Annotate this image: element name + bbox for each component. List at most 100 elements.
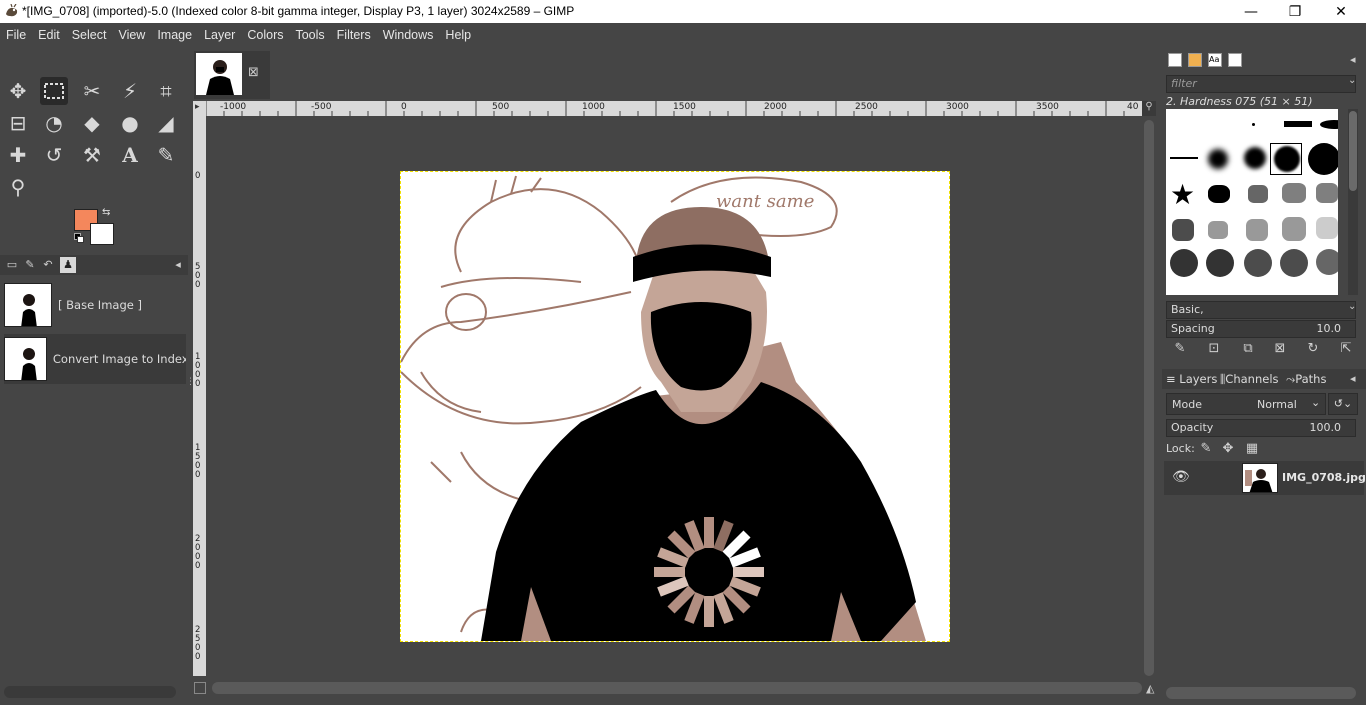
layer-visibility-eye-icon[interactable]: 👁 bbox=[1172, 469, 1190, 485]
undo-history-dock: ▭ ✎ ↶ ♟ ◂ [ Base Image ] Convert Image t… bbox=[0, 255, 188, 705]
menu-layer[interactable]: Layer bbox=[198, 28, 241, 42]
vertical-scrollbar[interactable] bbox=[1144, 120, 1154, 676]
open-brush-as-image-icon[interactable]: ⇱ bbox=[1338, 341, 1354, 357]
ruler-v-label: 2 0 0 0 bbox=[195, 534, 201, 571]
mode-label: Mode bbox=[1172, 398, 1202, 411]
smudge-tool-icon[interactable]: ● bbox=[116, 109, 144, 137]
menu-bar: File Edit Select View Image Layer Colors… bbox=[0, 23, 1366, 47]
layer-mode-select[interactable]: Mode Normal ⌄ bbox=[1166, 393, 1326, 415]
dock-resize-handle[interactable]: ⋮ bbox=[186, 378, 195, 398]
crop-tool-icon[interactable]: ⌗ bbox=[152, 77, 180, 105]
clone-tool-icon[interactable]: ⚒ bbox=[78, 141, 106, 169]
eraser-tool-icon[interactable]: ◢ bbox=[152, 109, 180, 137]
quick-mask-toggle-icon[interactable] bbox=[194, 682, 206, 694]
menu-view[interactable]: View bbox=[112, 28, 151, 42]
fonts-tab-icon[interactable]: Aa bbox=[1208, 53, 1222, 67]
text-tool-icon[interactable]: A bbox=[116, 141, 144, 169]
horizontal-ruler[interactable]: -1000 -500 0 500 1000 1500 2000 2500 300… bbox=[206, 101, 1142, 116]
default-colors-icon[interactable] bbox=[74, 233, 84, 243]
menu-help[interactable]: Help bbox=[439, 28, 477, 42]
dock-menu-icon[interactable]: ◂ bbox=[1350, 53, 1356, 66]
dock-menu-icon[interactable]: ◂ bbox=[170, 257, 186, 273]
tool-options-tab-icon[interactable]: ▭ bbox=[4, 257, 20, 273]
maximize-button[interactable]: ❐ bbox=[1272, 0, 1318, 23]
canvas-image[interactable]: want same bbox=[400, 171, 950, 642]
undo-thumbnail bbox=[4, 337, 47, 381]
document-history-tab-icon[interactable] bbox=[1228, 53, 1242, 67]
refresh-brushes-icon[interactable]: ↻ bbox=[1305, 341, 1321, 357]
new-brush-icon[interactable]: ⊡ bbox=[1206, 341, 1222, 357]
right-dock-scrollbar[interactable] bbox=[1166, 687, 1356, 699]
fuzzy-select-tool-icon[interactable]: ⚡ bbox=[116, 77, 144, 105]
menu-windows[interactable]: Windows bbox=[377, 28, 440, 42]
vertical-ruler[interactable]: 0 5 0 0 1 0 0 0 1 5 0 0 2 0 0 0 2 5 0 0 bbox=[193, 116, 206, 676]
opacity-slider[interactable]: Opacity 100.0 bbox=[1166, 419, 1356, 437]
undo-history-item[interactable]: Convert Image to Indexed bbox=[4, 334, 186, 384]
background-color-swatch[interactable] bbox=[90, 223, 114, 245]
layer-composite-toggle-icon[interactable]: ↺⌄ bbox=[1328, 393, 1358, 415]
horizontal-scrollbar[interactable] bbox=[212, 682, 1142, 694]
mode-value: Normal bbox=[1257, 398, 1297, 411]
menu-select[interactable]: Select bbox=[66, 28, 113, 42]
dock-menu-icon[interactable]: ◂ bbox=[1350, 372, 1356, 385]
delete-brush-icon[interactable]: ⊠ bbox=[1272, 341, 1288, 357]
brush-grid-scrollbar[interactable] bbox=[1348, 109, 1358, 295]
menu-colors[interactable]: Colors bbox=[241, 28, 289, 42]
left-dock-scrollbar[interactable] bbox=[4, 686, 176, 698]
image-tab[interactable]: ⊠ bbox=[194, 51, 270, 99]
tab-paths[interactable]: ⤳Paths bbox=[1286, 372, 1326, 387]
lock-position-icon[interactable]: ✥ bbox=[1220, 441, 1236, 457]
toolbox: ✥ ✂ ⚡ ⌗ ⊟ ◔ ◆ ● ◢ ✚ ↺ ⚒ A ✎ ⚲ ⇆ bbox=[0, 47, 188, 253]
close-button[interactable]: ✕ bbox=[1318, 0, 1364, 23]
tab-channels[interactable]: ⫼Channels bbox=[1220, 372, 1279, 387]
warp-tool-icon[interactable]: ◔ bbox=[40, 109, 68, 137]
current-brush-label: 2. Hardness 075 (51 × 51) bbox=[1166, 95, 1313, 108]
undo-history-tab-icon[interactable]: ↶ bbox=[40, 257, 56, 273]
spacing-slider[interactable]: Spacing 10.0 bbox=[1166, 320, 1356, 338]
zoom-tool-icon[interactable]: ⚲ bbox=[4, 173, 32, 201]
menu-tools[interactable]: Tools bbox=[289, 28, 330, 42]
menu-image[interactable]: Image bbox=[151, 28, 198, 42]
align-tool-icon[interactable]: ⊟ bbox=[4, 109, 32, 137]
chevron-down-icon: ⌄ bbox=[1311, 396, 1321, 409]
rect-select-tool-icon[interactable] bbox=[40, 77, 68, 105]
menu-filters[interactable]: Filters bbox=[331, 28, 377, 42]
tab-layers[interactable]: ≡ Layers bbox=[1166, 372, 1217, 386]
menu-edit[interactable]: Edit bbox=[32, 28, 66, 42]
bucket-fill-tool-icon[interactable]: ◆ bbox=[78, 109, 106, 137]
paths-tool-icon[interactable]: ↺ bbox=[40, 141, 68, 169]
layer-thumbnail bbox=[1242, 463, 1278, 493]
undo-history-item[interactable]: [ Base Image ] bbox=[4, 280, 186, 330]
left-dock-tabs: ▭ ✎ ↶ ♟ ◂ bbox=[0, 255, 188, 275]
navigate-icon[interactable]: ◭ bbox=[1146, 682, 1154, 695]
scissors-tool-icon[interactable]: ✂ bbox=[78, 77, 106, 105]
title-bar: *[IMG_0708] (imported)-5.0 (Indexed colo… bbox=[0, 0, 1366, 23]
swap-colors-icon[interactable]: ⇆ bbox=[102, 207, 110, 218]
brush-filter-input[interactable]: filter bbox=[1166, 75, 1356, 93]
zoom-to-fit-icon[interactable]: ⚲ bbox=[1142, 101, 1156, 116]
brush-grid[interactable]: ★ bbox=[1166, 109, 1338, 295]
edit-brush-icon[interactable]: ✎ bbox=[1172, 341, 1188, 357]
patterns-tab-icon[interactable] bbox=[1188, 53, 1202, 67]
duplicate-brush-icon[interactable]: ⧉ bbox=[1240, 341, 1256, 357]
move-tool-icon[interactable]: ✥ bbox=[4, 77, 32, 105]
ruler-v-label: 1 0 0 0 bbox=[195, 352, 201, 389]
menu-file[interactable]: File bbox=[0, 28, 32, 42]
brushes-tab-icon[interactable] bbox=[1168, 53, 1182, 67]
images-tab-icon[interactable]: ♟ bbox=[60, 257, 76, 273]
brush-tag-input[interactable]: Basic, bbox=[1166, 301, 1356, 319]
doodle-text: want same bbox=[716, 191, 814, 212]
minimize-button[interactable]: — bbox=[1228, 0, 1274, 23]
image-artwork: want same bbox=[401, 175, 926, 641]
layer-row[interactable]: 👁 IMG_0708.jpg bbox=[1164, 461, 1366, 495]
device-status-tab-icon[interactable]: ✎ bbox=[22, 257, 38, 273]
heal-tool-icon[interactable]: ✚ bbox=[4, 141, 32, 169]
chevron-down-icon[interactable]: ⌄ bbox=[1348, 301, 1356, 312]
opacity-label: Opacity bbox=[1171, 421, 1214, 434]
lock-pixels-icon[interactable]: ✎ bbox=[1198, 441, 1214, 457]
close-image-tab-icon[interactable]: ⊠ bbox=[248, 65, 259, 80]
ruler-corner[interactable]: ▸ bbox=[193, 101, 206, 116]
lock-alpha-icon[interactable]: ▦ bbox=[1244, 441, 1260, 457]
chevron-down-icon[interactable]: ⌄ bbox=[1348, 75, 1356, 86]
color-picker-tool-icon[interactable]: ✎ bbox=[152, 141, 180, 169]
